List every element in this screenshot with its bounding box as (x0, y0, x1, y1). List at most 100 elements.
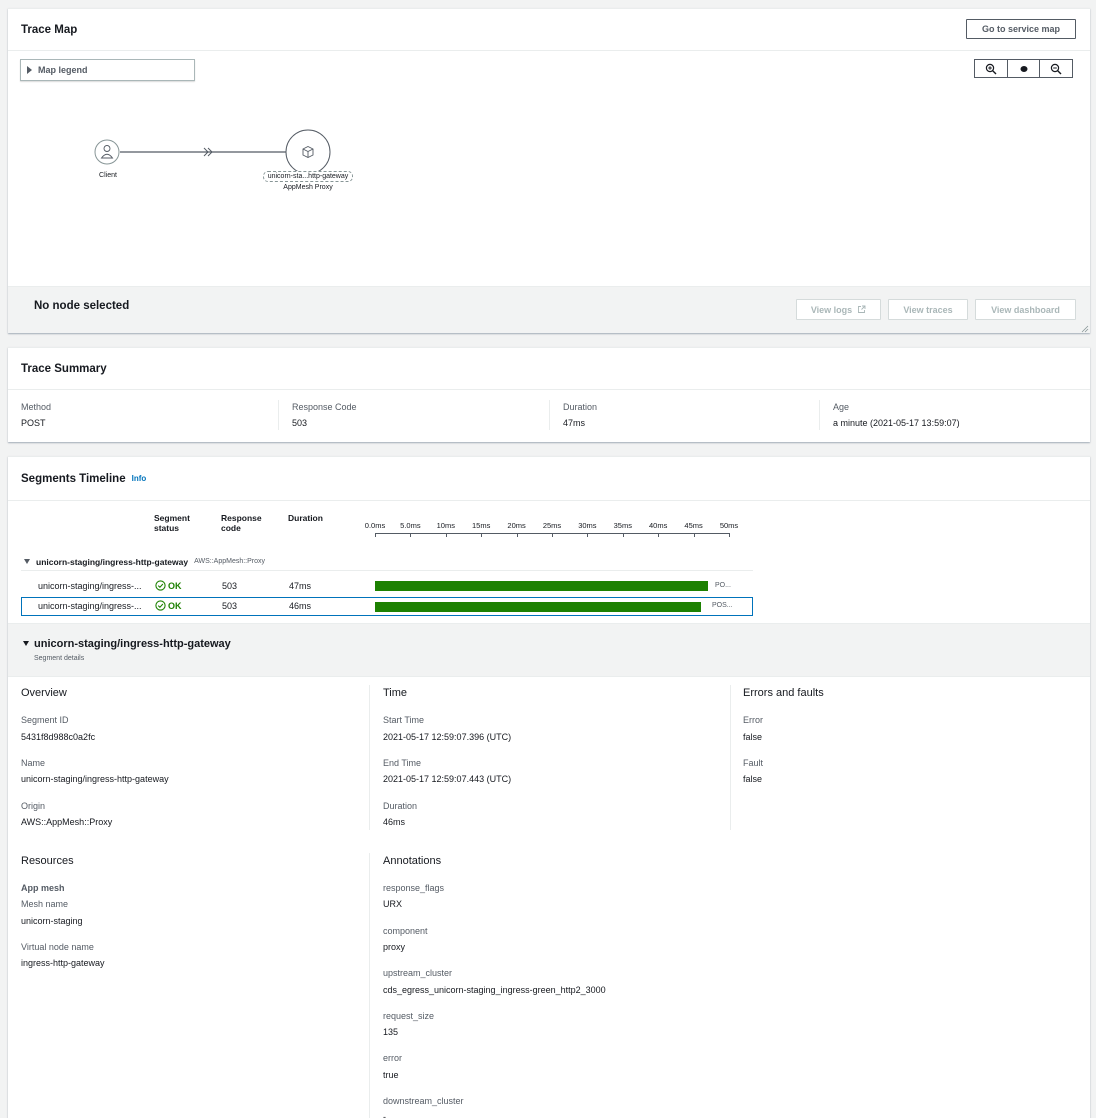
timeline-tick-label: 35ms (613, 521, 632, 530)
segment-duration-bar[interactable] (375, 602, 701, 612)
summary-age-label: Age (833, 402, 850, 412)
segment-row-status: OK (155, 580, 182, 591)
segment-row-code: 503 (222, 581, 238, 591)
caret-down-icon[interactable] (23, 641, 29, 646)
annotations-heading: Annotations (383, 855, 442, 867)
timeline-tick-label: 30ms (578, 521, 597, 530)
mesh-name-value: unicorn-staging (21, 916, 83, 926)
external-link-icon (858, 305, 866, 313)
timeline-tick-label: 0.0ms (364, 521, 386, 530)
trace-summary-panel: Trace Summary Method POST Response Code … (8, 347, 1090, 442)
annotation-value: URX (383, 899, 403, 909)
error-value: false (743, 732, 763, 742)
timeline-tick-label: 45ms (684, 521, 703, 530)
app-mesh-label: App mesh (21, 883, 65, 893)
timeline-tick (587, 533, 589, 537)
segment-row-status: OK (155, 600, 182, 611)
timeline-tick (552, 533, 553, 537)
caret-down-icon (24, 559, 30, 564)
segment-row-bar-label: POS... (712, 602, 733, 609)
end-time-value: 2021-05-17 12:59:07.443 (UTC) (383, 774, 512, 784)
view-traces-button[interactable]: View traces (888, 299, 968, 320)
annotation-key: response_flags (383, 883, 445, 893)
timeline-tick (729, 533, 730, 537)
annotation-key: error (383, 1053, 403, 1063)
zoom-in-button[interactable] (975, 60, 1008, 77)
resources-heading: Resources (21, 855, 74, 867)
proxy-node-type: AppMesh Proxy (283, 184, 333, 191)
summary-duration-value: 47ms (563, 418, 586, 428)
proxy-node[interactable] (285, 129, 331, 175)
trace-summary-title: Trace Summary (21, 362, 107, 375)
timeline-tick-label: 50ms (719, 521, 739, 530)
duration-value: 46ms (383, 817, 406, 827)
timeline-tick (516, 533, 518, 537)
summary-response-code: Response Code 503 (292, 402, 357, 428)
no-node-selected-label: No node selected (34, 300, 130, 312)
timeline-tick-label: 25ms (542, 521, 562, 530)
annotation-value: 135 (383, 1027, 399, 1037)
timeline-tick-label: 40ms (649, 521, 668, 530)
annotation-value: proxy (383, 942, 406, 952)
proxy-node-name: unicorn-sta...http-gateway (263, 171, 353, 182)
summary-duration-label: Duration (563, 402, 598, 412)
name-label: Name (21, 758, 46, 768)
segment-group-type: AWS::AppMesh::Proxy (194, 558, 266, 565)
view-logs-button[interactable]: View logs (796, 299, 881, 320)
annotation-key: downstream_cluster (383, 1096, 464, 1106)
timeline-axis: 0.0ms 5.0ms 10ms 15ms 20ms 25ms 30ms 35ms 40ms 45… (8, 457, 1090, 547)
annotation-value: cds_egress_unicorn-staging_ingress-green… (383, 985, 606, 995)
timeline-tick-label: 20ms (507, 521, 526, 530)
summary-method: Method POST (21, 402, 51, 428)
segment-row-duration: 46ms (289, 601, 312, 611)
virtual-node-label: Virtual node name (21, 942, 94, 952)
fault-value: false (743, 774, 763, 784)
annotation-key: component (383, 926, 428, 936)
timeline-tick (375, 533, 376, 537)
segment-row-name: unicorn-staging/ingress-... (38, 601, 142, 611)
annotation-key: upstream_cluster (383, 968, 453, 978)
zoom-in-icon (985, 63, 997, 74)
annotation-key: request_size (383, 1011, 435, 1021)
go-to-service-map-button[interactable]: Go to service map (966, 19, 1076, 39)
summary-response-code-label: Response Code (292, 402, 357, 412)
trace-map-panel: Trace Map Go to service map Map legend C… (8, 8, 1090, 333)
view-dashboard-button[interactable]: View dashboard (975, 299, 1076, 320)
segment-group-row[interactable]: unicorn-staging/ingress-http-gateway AWS… (21, 553, 753, 571)
time-heading: Time (383, 687, 408, 699)
origin-value: AWS::AppMesh::Proxy (21, 817, 113, 827)
segment-row-name: unicorn-staging/ingress-... (38, 581, 142, 591)
segment-row-status-text: OK (168, 580, 182, 591)
end-time-label: End Time (383, 758, 422, 768)
segment-id-label: Segment ID (21, 715, 69, 725)
timeline-tick (693, 533, 695, 537)
zoom-out-icon (1050, 63, 1062, 74)
timeline-tick-label: 15ms (472, 521, 491, 530)
timeline-tick (481, 533, 483, 537)
timeline-tick (658, 533, 660, 537)
node-footer: No node selected View logs View traces V… (8, 286, 1090, 333)
summary-age-value: a minute (2021-05-17 13:59:07) (833, 418, 960, 428)
annotation-value: true (383, 1070, 399, 1080)
timeline-tick (445, 533, 447, 537)
segment-duration-bar[interactable] (375, 581, 708, 591)
zoom-reset-button[interactable] (1008, 60, 1041, 77)
name-value: unicorn-staging/ingress-http-gateway (21, 774, 169, 784)
overview-heading: Overview (21, 687, 67, 699)
status-ok-icon (155, 580, 166, 591)
segment-row-duration: 47ms (289, 581, 312, 591)
client-node[interactable] (94, 139, 120, 165)
segments-timeline-panel: Segments Timeline Info Segment status Re… (8, 456, 1090, 1118)
errors-heading: Errors and faults (743, 687, 824, 699)
resize-handle-icon[interactable] (1081, 325, 1089, 333)
summary-method-label: Method (21, 402, 52, 412)
segment-details-subtitle: Segment details (34, 655, 85, 662)
zoom-out-button[interactable] (1040, 60, 1072, 77)
duration-label: Duration (383, 801, 418, 811)
timeline-tick (622, 533, 624, 537)
summary-method-value: POST (21, 418, 46, 428)
segment-row-bar-label: PO... (715, 582, 731, 589)
segment-details-header: unicorn-staging/ingress-http-gateway Seg… (8, 623, 1090, 677)
status-ok-icon (155, 600, 166, 611)
summary-response-code-value: 503 (292, 418, 308, 428)
